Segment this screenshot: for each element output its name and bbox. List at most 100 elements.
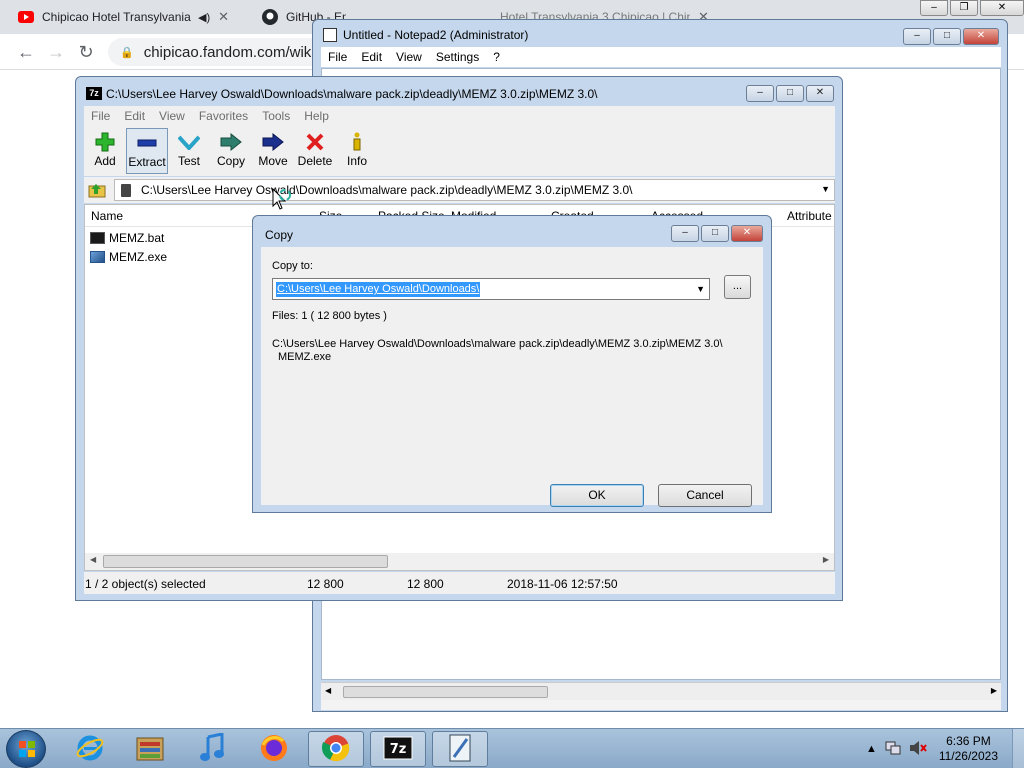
minimize-button[interactable]: – — [671, 225, 699, 242]
taskbar-file-explorer[interactable] — [122, 731, 178, 767]
menu-settings[interactable]: Settings — [429, 50, 486, 64]
scroll-left-icon[interactable]: ◀ — [90, 555, 96, 564]
file-name: MEMZ.bat — [109, 231, 165, 245]
copy-dialog-window-controls: – □ ✕ — [669, 225, 763, 242]
menu-help[interactable]: Help — [297, 109, 336, 123]
minimize-button[interactable]: – — [746, 85, 774, 102]
minimize-button[interactable]: – — [920, 0, 948, 16]
system-tray: ▲ 6:36 PM 11/26/2023 — [862, 729, 1024, 768]
file-list-horizontal-scrollbar[interactable]: ◀ ▶ — [85, 553, 834, 570]
taskbar-firefox[interactable] — [246, 731, 302, 767]
column-attributes[interactable]: Attribute — [787, 209, 832, 223]
info-label: Info — [346, 154, 367, 168]
svg-text:7z: 7z — [390, 742, 407, 757]
maximize-button[interactable]: □ — [776, 85, 804, 102]
7zip-menubar: File Edit View Favorites Tools Help — [84, 106, 835, 126]
source-path-line: C:\Users\Lee Harvey Oswald\Downloads\mal… — [272, 338, 723, 350]
browser-tab-chipicao[interactable]: Chipicao Hotel Transylvania ◀) ✕ — [8, 0, 248, 34]
clock-date: 11/26/2023 — [938, 749, 998, 763]
menu-edit[interactable]: Edit — [354, 50, 389, 64]
github-icon — [262, 9, 278, 25]
menu-file[interactable]: File — [84, 109, 117, 123]
file-name: MEMZ.exe — [109, 250, 168, 264]
lock-icon: 🔒 — [120, 46, 134, 59]
file-explorer-icon — [135, 734, 165, 765]
close-button[interactable]: ✕ — [806, 85, 834, 102]
scrollbar-thumb[interactable] — [343, 686, 548, 698]
notepad2-horizontal-scrollbar[interactable]: ◀ ▶ — [321, 682, 1001, 700]
reload-icon[interactable]: ↻ — [74, 40, 98, 64]
taskbar-notepad2[interactable] — [432, 731, 488, 767]
browse-button[interactable]: ... — [724, 275, 751, 299]
firefox-icon — [259, 733, 289, 766]
maximize-button[interactable]: ❐ — [950, 0, 978, 16]
menu-edit[interactable]: Edit — [117, 109, 152, 123]
info-button[interactable]: Info — [336, 128, 378, 174]
7zip-titlebar[interactable]: 7z C:\Users\Lee Harvey Oswald\Downloads\… — [76, 77, 842, 107]
scroll-right-icon[interactable]: ▶ — [823, 555, 829, 564]
copy-dialog: Copy – □ ✕ Copy to: C:\Users\Lee Harvey … — [252, 215, 772, 513]
test-button[interactable]: Test — [168, 128, 210, 174]
notepad2-window-controls: – □ ✕ — [901, 28, 999, 45]
add-button[interactable]: Add — [84, 128, 126, 174]
close-button[interactable]: ✕ — [963, 28, 999, 45]
status-size: 12 800 — [307, 577, 344, 591]
7zip-window-controls: – □ ✕ — [744, 85, 834, 102]
taskbar-7zip[interactable]: 7z — [370, 731, 426, 767]
menu-view[interactable]: View — [389, 50, 429, 64]
7zip-address-bar: C:\Users\Lee Harvey Oswald\Downloads\mal… — [84, 177, 835, 203]
clock[interactable]: 6:36 PM 11/26/2023 — [939, 734, 998, 764]
show-desktop-button[interactable] — [1012, 729, 1024, 768]
menu-favorites[interactable]: Favorites — [192, 109, 255, 123]
speaker-icon[interactable]: ◀) — [198, 11, 210, 24]
scroll-right-icon[interactable]: ▶ — [991, 686, 997, 695]
delete-button[interactable]: Delete — [294, 128, 336, 174]
move-button[interactable]: Move — [252, 128, 294, 174]
menu-view[interactable]: View — [152, 109, 192, 123]
browser-window-controls: – ❐ ✕ — [918, 0, 1024, 18]
cancel-button[interactable]: Cancel — [658, 484, 752, 507]
source-file-name: MEMZ.exe — [278, 351, 332, 363]
close-tab-icon[interactable]: ✕ — [218, 9, 229, 25]
close-button[interactable]: ✕ — [731, 225, 763, 242]
scroll-left-icon[interactable]: ◀ — [325, 686, 331, 695]
copy-button[interactable]: Copy — [210, 128, 252, 174]
copy-label: Copy — [216, 154, 245, 168]
column-name[interactable]: Name — [91, 209, 123, 223]
maximize-button[interactable]: □ — [701, 225, 729, 242]
list-item[interactable]: MEMZ.bat — [90, 229, 164, 247]
extract-button[interactable]: Extract — [126, 128, 168, 174]
copy-dialog-title: Copy — [265, 228, 294, 242]
notepad2-titlebar[interactable]: Untitled - Notepad2 (Administrator) – □ … — [313, 20, 1007, 50]
destination-combobox[interactable]: C:\Users\Lee Harvey Oswald\Downloads\ ▼ — [272, 278, 710, 300]
taskbar-chrome[interactable] — [308, 731, 364, 767]
start-button[interactable] — [6, 730, 46, 768]
path-combobox[interactable]: C:\Users\Lee Harvey Oswald\Downloads\mal… — [114, 179, 835, 201]
executable-file-icon — [90, 251, 105, 263]
folder-up-icon[interactable] — [86, 180, 108, 200]
forward-icon[interactable]: → — [44, 40, 68, 64]
taskbar-internet-explorer[interactable] — [62, 731, 118, 767]
add-label: Add — [94, 154, 116, 168]
list-item[interactable]: MEMZ.exe — [90, 248, 167, 266]
minus-icon — [135, 133, 159, 153]
minimize-button[interactable]: – — [903, 28, 931, 45]
chevron-down-icon[interactable]: ▼ — [821, 184, 830, 194]
path-text: C:\Users\Lee Harvey Oswald\Downloads\mal… — [141, 183, 633, 197]
scrollbar-thumb[interactable] — [103, 555, 388, 568]
show-hidden-icons-icon[interactable]: ▲ — [866, 743, 877, 755]
volume-muted-icon[interactable] — [909, 740, 927, 758]
menu-file[interactable]: File — [321, 50, 354, 64]
taskbar-itunes[interactable] — [184, 731, 240, 767]
maximize-button[interactable]: □ — [933, 28, 961, 45]
chevron-down-icon[interactable]: ▼ — [696, 284, 705, 294]
ok-button[interactable]: OK — [550, 484, 644, 507]
7zip-toolbar: Add Extract Test Copy Move Delete Info — [84, 126, 835, 176]
back-icon[interactable]: ← — [14, 40, 38, 64]
menu-help[interactable]: ? — [486, 50, 507, 64]
7zip-statusbar: 1 / 2 object(s) selected 12 800 12 800 2… — [84, 572, 835, 594]
extract-label: Extract — [128, 155, 166, 169]
network-icon[interactable] — [885, 741, 901, 758]
close-button[interactable]: ✕ — [980, 0, 1024, 16]
menu-tools[interactable]: Tools — [255, 109, 297, 123]
